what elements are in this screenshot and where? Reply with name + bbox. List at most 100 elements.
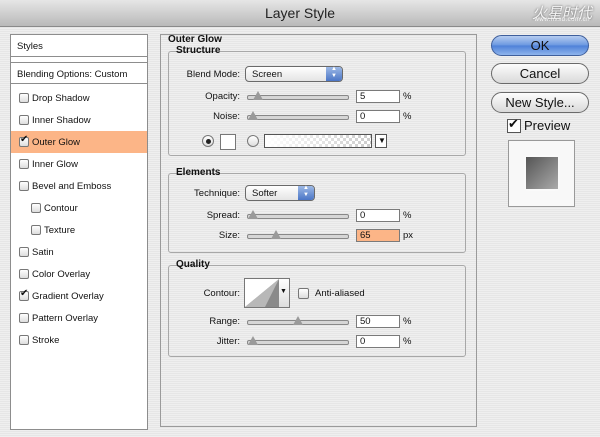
blending-options-item[interactable]: Blending Options: Custom (11, 62, 147, 84)
sidebar-item-pattern-overlay[interactable]: Pattern Overlay (11, 307, 147, 329)
sidebar-item-label: Bevel and Emboss (32, 181, 112, 192)
cancel-button[interactable]: Cancel (491, 63, 589, 84)
technique-label: Technique: (194, 188, 240, 199)
opacity-slider[interactable] (247, 91, 349, 100)
style-checkbox[interactable] (19, 115, 29, 125)
sidebar-item-contour[interactable]: Contour (11, 197, 147, 219)
structure-title: Structure (176, 45, 221, 56)
noise-slider[interactable] (247, 111, 349, 120)
sidebar-item-inner-shadow[interactable]: Inner Shadow (11, 109, 147, 131)
jitter-slider[interactable] (247, 336, 349, 345)
contour-picker[interactable] (244, 278, 280, 308)
jitter-slider-thumb[interactable] (248, 336, 258, 345)
contour-dropdown-icon[interactable] (279, 278, 290, 308)
sidebar-item-label: Inner Shadow (32, 115, 91, 126)
size-slider-thumb[interactable] (271, 230, 282, 239)
range-input[interactable]: 50 (356, 315, 400, 328)
sidebar-item-label: Stroke (32, 335, 60, 346)
spread-slider[interactable] (247, 210, 349, 219)
sidebar-item-label: Contour (44, 203, 78, 214)
sidebar-item-outer-glow[interactable]: Outer Glow (11, 131, 147, 153)
opacity-input[interactable]: 5 (356, 90, 400, 103)
preview-thumbnail (526, 157, 558, 189)
glow-color-swatch[interactable] (220, 134, 236, 150)
sidebar-item-label: Drop Shadow (32, 93, 90, 104)
sidebar-item-drop-shadow[interactable]: Drop Shadow (11, 87, 147, 109)
sidebar-item-texture[interactable]: Texture (11, 219, 147, 241)
glow-gradient-picker[interactable] (264, 134, 372, 148)
preview-checkbox[interactable] (507, 116, 521, 133)
range-slider[interactable] (247, 316, 349, 325)
spread-slider-thumb[interactable] (248, 210, 258, 219)
color-radio[interactable] (202, 135, 214, 147)
styles-header-label: Styles (17, 41, 43, 52)
blend-mode-select[interactable]: Screen (245, 66, 343, 82)
size-input[interactable]: 65 (356, 229, 400, 242)
anti-aliased-checkbox[interactable] (298, 288, 309, 299)
range-unit: % (403, 316, 412, 327)
style-checkbox[interactable] (19, 335, 29, 345)
contour-label: Contour: (203, 288, 240, 299)
sidebar-item-bevel-and-emboss[interactable]: Bevel and Emboss (11, 175, 147, 197)
sidebar-item-stroke[interactable]: Stroke (11, 329, 147, 351)
range-label: Range: (209, 316, 240, 327)
noise-unit: % (403, 111, 412, 122)
spread-unit: % (403, 210, 412, 221)
title-bar: Layer Style 火星时代 www.hxsd.com.cn (0, 0, 600, 27)
panel-title: Outer Glow (168, 34, 222, 45)
styles-header[interactable]: Styles (11, 35, 147, 57)
spread-label: Spread: (206, 210, 240, 221)
noise-input[interactable]: 0 (356, 110, 400, 123)
ok-button[interactable]: OK (491, 35, 589, 56)
sidebar-item-inner-glow[interactable]: Inner Glow (11, 153, 147, 175)
jitter-unit: % (403, 336, 412, 347)
range-slider-thumb[interactable] (293, 316, 303, 325)
technique-value: Softer (252, 188, 278, 199)
sidebar-item-label: Inner Glow (32, 159, 78, 170)
opacity-unit: % (403, 91, 412, 102)
sidebar-item-gradient-overlay[interactable]: Gradient Overlay (11, 285, 147, 307)
sidebar-item-label: Outer Glow (32, 137, 81, 148)
style-checkbox[interactable] (31, 203, 41, 213)
sidebar-item-color-overlay[interactable]: Color Overlay (11, 263, 147, 285)
gradient-radio[interactable] (247, 135, 259, 147)
blend-mode-label: Blend Mode: (186, 69, 240, 80)
style-checkbox[interactable] (19, 288, 29, 301)
style-checkbox[interactable] (19, 159, 29, 169)
size-label: Size: (218, 230, 240, 241)
opacity-slider-thumb[interactable] (252, 91, 263, 100)
blend-mode-value: Screen (252, 69, 283, 80)
select-arrows-icon (326, 66, 342, 81)
style-checkbox[interactable] (19, 247, 29, 257)
select-arrows-icon (298, 185, 314, 200)
style-checkbox[interactable] (19, 269, 29, 279)
preview-label: Preview (524, 118, 571, 133)
style-preview (508, 140, 575, 207)
sidebar-item-label: Texture (44, 225, 76, 236)
style-checkbox[interactable] (31, 225, 41, 235)
contour-curve-icon (245, 279, 279, 307)
layer-style-dialog: Layer Style 火星时代 www.hxsd.com.cn Styles … (0, 0, 600, 437)
noise-slider-thumb[interactable] (248, 111, 258, 120)
jitter-input[interactable]: 0 (356, 335, 400, 348)
spread-input[interactable]: 0 (356, 209, 400, 222)
window-title: Layer Style (264, 5, 336, 21)
style-checkbox[interactable] (19, 134, 29, 147)
size-unit: px (403, 230, 414, 241)
style-checkbox[interactable] (19, 181, 29, 191)
size-slider[interactable] (247, 230, 349, 239)
anti-aliased-label: Anti-aliased (315, 288, 365, 299)
opacity-label: Opacity: (205, 91, 240, 102)
sidebar-item-label: Satin (32, 247, 54, 258)
sidebar-item-label: Pattern Overlay (32, 313, 98, 324)
watermark-url: www.hxsd.com.cn (534, 17, 590, 23)
sidebar-item-label: Color Overlay (32, 269, 91, 280)
new-style-button[interactable]: New Style... (491, 92, 589, 113)
technique-select[interactable]: Softer (245, 185, 315, 201)
style-checkbox[interactable] (19, 313, 29, 323)
style-checkbox[interactable] (19, 93, 29, 103)
quality-title: Quality (176, 259, 210, 270)
sidebar-item-satin[interactable]: Satin (11, 241, 147, 263)
styles-list: Styles Blending Options: Custom Drop Sha… (10, 34, 148, 430)
gradient-dropdown-icon[interactable] (375, 134, 387, 148)
